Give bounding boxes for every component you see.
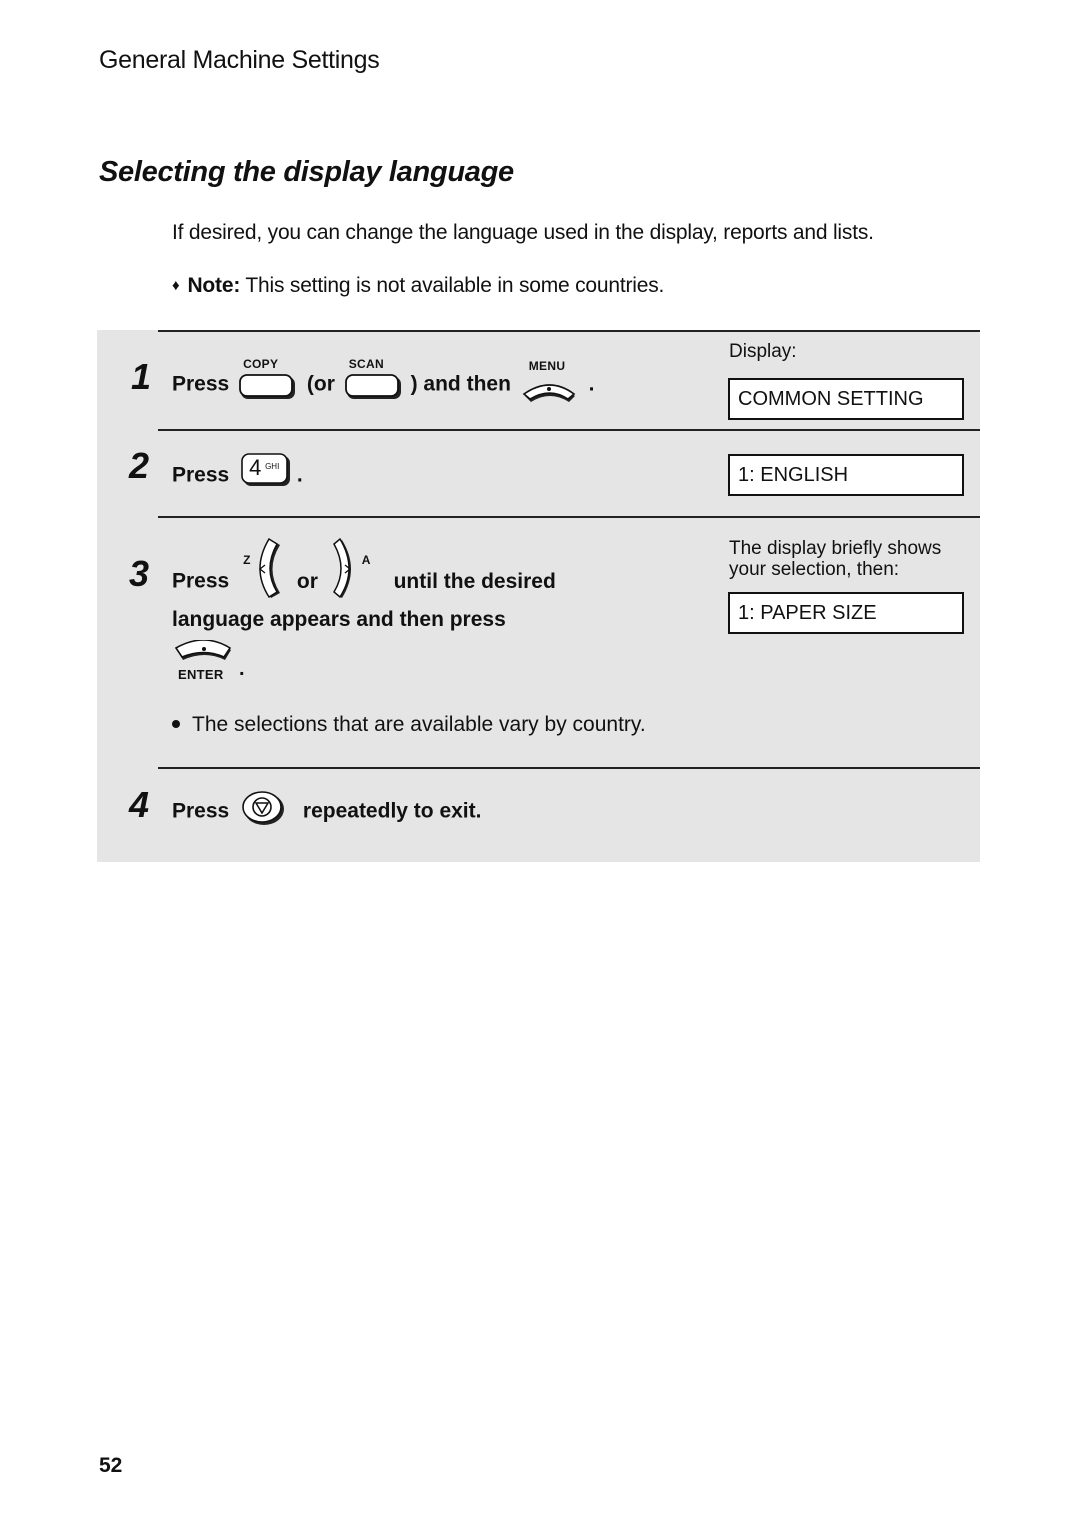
rounded-rect-key-icon [344, 374, 401, 399]
digit-4-key: 4 GHI [241, 453, 291, 493]
step-3-press: Press [172, 569, 230, 593]
diamond-bullet-icon: ♦ [172, 277, 180, 294]
step-2-instruction: Press 4 GHI . [172, 453, 303, 493]
step-2-period: . [296, 463, 303, 487]
display-note: The display briefly shows your selection… [729, 538, 941, 580]
divider [158, 767, 980, 769]
divider [158, 330, 980, 332]
arc-key-icon [522, 384, 576, 402]
note-label: Note: [187, 274, 241, 297]
lcd-display-paper-size: 1: PAPER SIZE [728, 592, 964, 634]
display-label: Display: [729, 341, 797, 362]
menu-key: MENU [521, 359, 579, 402]
step-4-rest: repeatedly to exit. [302, 799, 482, 823]
copy-key: COPY [239, 357, 297, 400]
step-4-instruction: Press repeatedly to exit. [172, 791, 482, 827]
right-key-letter: A [361, 553, 371, 567]
step-4-press: Press [172, 799, 230, 823]
note-text: This setting is not available in some co… [240, 274, 665, 297]
bullet-dot-icon [172, 720, 180, 728]
left-arrow-key-icon [259, 537, 281, 599]
scan-key: SCAN [344, 357, 403, 400]
step-3-period: . [239, 658, 245, 680]
copy-key-label: COPY [243, 357, 279, 371]
bullet-item: The selections that are available vary b… [172, 713, 646, 737]
steps-panel: 1 Press COPY (or SCAN ) and then MENU . … [97, 330, 980, 862]
digit-4-key-digit: 4 [249, 455, 262, 480]
rounded-rect-key-icon [239, 374, 296, 399]
right-arrow-key: A [328, 537, 380, 599]
stop-key-icon [242, 791, 285, 825]
step-1-and-then: ) and then [410, 372, 511, 396]
right-arrow-key-icon [332, 537, 351, 599]
menu-key-label: MENU [528, 359, 566, 373]
step-1-instruction: Press COPY (or SCAN ) and then MENU . [172, 357, 595, 402]
display-note-line-1: The display briefly shows [729, 538, 942, 559]
enter-key-icon [174, 640, 232, 660]
stop-key [241, 791, 287, 827]
left-arrow-key: Z [235, 537, 285, 599]
step-3-line-1: Press Z or A until the desired [172, 537, 556, 599]
divider [158, 429, 980, 431]
step-3-or: or [296, 569, 318, 593]
digit-4-key-letters: GHI [265, 462, 280, 471]
step-3-number: 3 [129, 553, 150, 594]
section-title: Selecting the display language [99, 156, 514, 188]
step-3-line-2: language appears and then press [172, 608, 506, 631]
enter-key-label: ENTER [178, 667, 224, 682]
scan-key-label: SCAN [348, 357, 384, 371]
page-number: 52 [99, 1454, 123, 1477]
enter-key: ENTER [173, 640, 243, 686]
note: ♦ Note: This setting is not available in … [172, 274, 664, 298]
display-note-line-2: your selection, then: [729, 559, 900, 580]
step-1-number: 1 [131, 356, 152, 397]
lcd-display-common-setting: COMMON SETTING [728, 378, 964, 420]
step-2-number: 2 [129, 445, 150, 486]
lcd-display-english: 1: ENGLISH [728, 454, 964, 496]
divider [158, 516, 980, 518]
step-2-press: Press [172, 463, 230, 487]
running-head: General Machine Settings [99, 46, 380, 74]
step-1-period: . [588, 372, 595, 396]
step-3-line-1-rest: until the desired [393, 569, 556, 593]
bullet-text: The selections that are available vary b… [192, 713, 646, 736]
step-1-or: (or [306, 372, 335, 396]
intro-paragraph: If desired, you can change the language … [172, 221, 874, 244]
step-4-number: 4 [129, 784, 150, 825]
step-1-press: Press [172, 372, 230, 396]
